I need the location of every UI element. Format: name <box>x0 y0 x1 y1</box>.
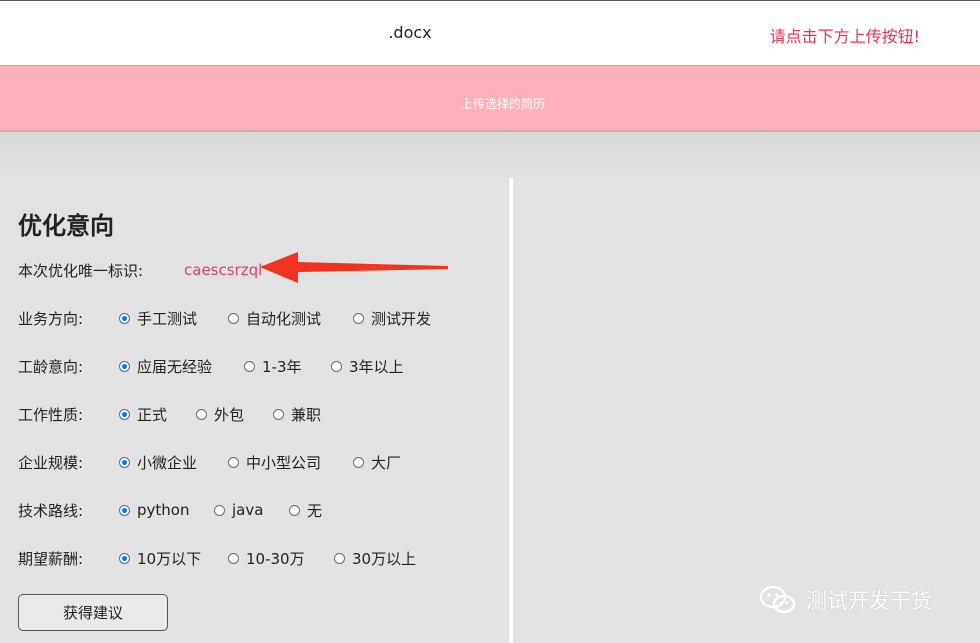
group-row: 业务方向: <box>18 306 83 330</box>
uid-value: caescsrzql <box>184 261 263 279</box>
watermark-text: 测试开发干货 <box>806 589 932 613</box>
get-advice-button[interactable]: 获得建议 <box>18 594 168 631</box>
radio-label: java <box>232 501 264 519</box>
radio-button[interactable] <box>119 456 130 468</box>
group-row: 工作性质: <box>18 402 83 426</box>
upload-resume-label: 上传选择的简历 <box>460 97 545 111</box>
radio-label: 10万以下 <box>137 549 202 568</box>
radio-label: 无 <box>307 501 323 520</box>
watermark: 测试开发干货 <box>758 585 932 615</box>
radio-button[interactable] <box>196 408 207 420</box>
radio-label: 小微企业 <box>137 453 198 472</box>
radio-button[interactable] <box>273 408 284 420</box>
radio-option[interactable]: 自动化测试 <box>228 306 321 330</box>
radio-button[interactable] <box>119 312 130 324</box>
radio-option[interactable]: 3年以上 <box>331 354 404 378</box>
radio-option[interactable]: python <box>119 498 189 522</box>
group-row: 企业规模: <box>18 450 83 474</box>
radio-label: 10-30万 <box>246 549 305 568</box>
radio-label: 3年以上 <box>349 357 404 376</box>
upload-hint: 请点击下方上传按钮! <box>769 27 920 46</box>
radio-label: 1-3年 <box>262 357 302 376</box>
radio-option[interactable]: 大厂 <box>353 450 401 474</box>
group-row: 期望薪酬: <box>18 546 83 570</box>
wechat-icon <box>759 585 796 614</box>
radio-button[interactable] <box>331 360 342 372</box>
uid-row: 本次优化唯一标识: <box>18 258 143 282</box>
radio-button[interactable] <box>119 408 130 420</box>
radio-button[interactable] <box>119 504 130 516</box>
group-label: 技术路线: <box>18 501 84 520</box>
radio-label: 外包 <box>214 405 245 424</box>
radio-option[interactable]: 测试开发 <box>353 306 431 330</box>
top-bar: .docx 请点击下方上传按钮! <box>0 0 980 65</box>
group-label: 业务方向: <box>18 309 84 328</box>
radio-button[interactable] <box>244 360 255 372</box>
uid-label: 本次优化唯一标识: <box>18 261 144 280</box>
radio-button[interactable] <box>119 552 130 564</box>
group-label: 工龄意向: <box>18 357 84 376</box>
radio-label: 自动化测试 <box>246 309 322 328</box>
radio-option[interactable]: 外包 <box>196 402 244 426</box>
radio-label: 大厂 <box>371 453 402 472</box>
radio-button[interactable] <box>353 312 364 324</box>
radio-button[interactable] <box>228 312 239 324</box>
radio-label: 30万以上 <box>352 549 417 568</box>
radio-label: 正式 <box>137 405 168 424</box>
radio-option[interactable]: 1-3年 <box>244 354 302 378</box>
selected-filename: .docx <box>388 23 432 42</box>
radio-option[interactable]: 正式 <box>119 402 167 426</box>
radio-option[interactable]: 兼职 <box>273 402 321 426</box>
radio-option[interactable]: 中小型公司 <box>228 450 321 474</box>
group-label: 企业规模: <box>18 453 84 472</box>
group-row: 技术路线: <box>18 498 83 522</box>
radio-option[interactable]: 应届无经验 <box>119 354 212 378</box>
radio-button[interactable] <box>228 456 239 468</box>
radio-button[interactable] <box>119 360 130 372</box>
radio-label: 中小型公司 <box>246 453 322 472</box>
radio-label: 应届无经验 <box>137 357 213 376</box>
group-label: 期望薪酬: <box>18 549 84 568</box>
radio-button[interactable] <box>353 456 364 468</box>
upload-resume-button[interactable]: 上传选择的简历 <box>0 65 980 132</box>
radio-button[interactable] <box>289 504 300 516</box>
radio-option[interactable]: 10万以下 <box>119 546 201 570</box>
radio-option[interactable]: 小微企业 <box>119 450 197 474</box>
radio-label: 兼职 <box>291 405 322 424</box>
radio-label: python <box>137 501 190 519</box>
radio-option[interactable]: 无 <box>289 498 322 522</box>
radio-button[interactable] <box>334 552 345 564</box>
annotation-arrow-icon <box>260 252 448 283</box>
radio-option[interactable]: java <box>214 498 263 522</box>
content-shadow <box>0 132 980 178</box>
group-row: 工龄意向: <box>18 354 83 378</box>
radio-button[interactable] <box>214 504 225 516</box>
radio-label: 手工测试 <box>137 309 198 328</box>
radio-button[interactable] <box>228 552 239 564</box>
section-title: 优化意向 <box>18 212 114 240</box>
group-label: 工作性质: <box>18 405 84 424</box>
radio-option[interactable]: 30万以上 <box>334 546 416 570</box>
radio-option[interactable]: 手工测试 <box>119 306 197 330</box>
radio-option[interactable]: 10-30万 <box>228 546 305 570</box>
radio-label: 测试开发 <box>371 309 432 328</box>
panel-divider <box>509 178 513 643</box>
